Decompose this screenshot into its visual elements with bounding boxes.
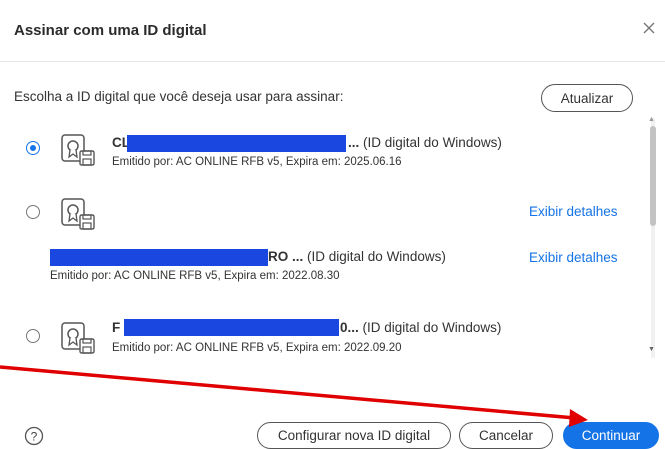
show-details-link[interactable]: Exibir detalhes bbox=[529, 250, 618, 265]
scroll-up-icon[interactable]: ▲ bbox=[648, 116, 655, 123]
certificate-radio-selected[interactable] bbox=[26, 141, 40, 155]
svg-text:?: ? bbox=[31, 430, 38, 444]
redaction-bar bbox=[127, 135, 346, 152]
certificate-radio[interactable] bbox=[26, 205, 40, 219]
certificate-name-end: RO ... (ID digital do Windows) bbox=[268, 249, 446, 264]
certificate-icon bbox=[61, 134, 95, 166]
title-divider bbox=[0, 61, 665, 62]
certificate-name: F bbox=[112, 320, 121, 335]
redaction-bar bbox=[50, 249, 268, 266]
configure-new-id-button[interactable]: Configurar nova ID digital bbox=[257, 422, 451, 449]
continue-button[interactable]: Continuar bbox=[563, 422, 659, 449]
redaction-bar bbox=[124, 319, 339, 336]
refresh-button[interactable]: Atualizar bbox=[541, 84, 633, 112]
prompt-text: Escolha a ID digital que você deseja usa… bbox=[14, 89, 344, 104]
scroll-thumb[interactable] bbox=[650, 126, 656, 226]
scroll-down-icon[interactable]: ▼ bbox=[648, 346, 655, 353]
sign-with-digital-id-dialog: Assinar com uma ID digital Escolha a ID … bbox=[0, 0, 665, 449]
close-icon[interactable] bbox=[641, 20, 657, 36]
annotation-arrow bbox=[0, 365, 588, 427]
certificate-issuer: Emitido por: AC ONLINE RFB v5, Expira em… bbox=[112, 156, 402, 168]
certificate-icon bbox=[61, 322, 95, 354]
certificate-radio[interactable] bbox=[26, 329, 40, 343]
dialog-title: Assinar com uma ID digital bbox=[14, 22, 207, 39]
cancel-button[interactable]: Cancelar bbox=[459, 422, 553, 449]
certificate-icon bbox=[61, 198, 95, 230]
show-details-link[interactable]: Exibir detalhes bbox=[529, 204, 618, 219]
certificate-issuer: Emitido por: AC ONLINE RFB v5, Expira em… bbox=[50, 270, 340, 282]
list-scrollbar[interactable]: ▲ ▼ bbox=[646, 116, 660, 358]
help-icon[interactable]: ? bbox=[24, 426, 44, 446]
certificate-name-end: ... (ID digital do Windows) bbox=[348, 135, 502, 150]
certificate-name-end: 0... (ID digital do Windows) bbox=[340, 320, 502, 335]
certificate-issuer: Emitido por: AC ONLINE RFB v5, Expira em… bbox=[112, 342, 402, 354]
